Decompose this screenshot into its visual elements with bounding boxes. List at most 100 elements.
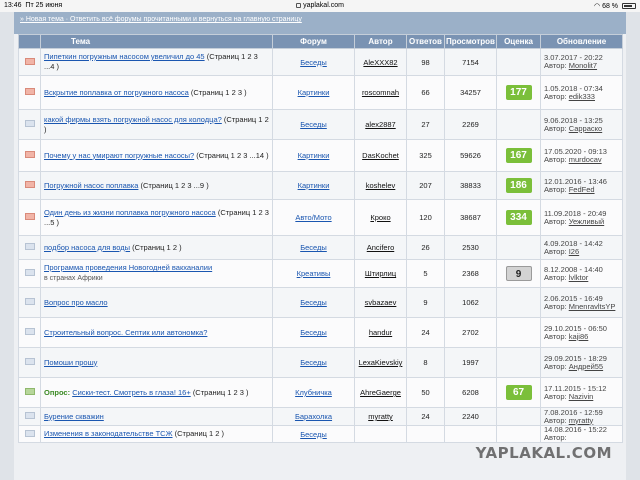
updated-author-link[interactable]: Андрей55 xyxy=(569,362,603,371)
updated-author-link[interactable]: murdocav xyxy=(569,155,602,164)
rating-badge[interactable]: 9 xyxy=(505,266,532,281)
topic-link[interactable]: Строительный вопрос. Септик или автономк… xyxy=(44,328,207,337)
updated-cell: 12.01.2016 - 13:46 Автор: FedFed xyxy=(540,171,623,200)
author-link[interactable]: koshelev xyxy=(366,181,396,190)
table-row[interactable]: какой фирмы взять погружной насос для ко… xyxy=(18,109,623,140)
table-row[interactable]: Вопрос про масло Беседы svbazaev 9 1062 2.06.… xyxy=(18,287,623,318)
updated-author-link[interactable]: kaji86 xyxy=(569,332,589,341)
author-link[interactable]: Кроко xyxy=(370,213,390,222)
table-row[interactable]: подбор насоса для воды (Страниц 1 2 ) Бес… xyxy=(18,235,623,260)
forum-link[interactable]: Беседы xyxy=(300,58,327,67)
updated-author-link[interactable]: Monolit7 xyxy=(569,61,597,70)
address-bar[interactable]: yaplakal.com xyxy=(0,2,640,9)
forum-link[interactable]: Картинки xyxy=(298,151,330,160)
topic-link[interactable]: Помоши прошу xyxy=(44,358,97,367)
forum-link[interactable]: Беседы xyxy=(300,358,327,367)
topics-table: Тема Форум Автор Ответов Просмотров Оцен… xyxy=(18,34,623,443)
topic-pages[interactable]: (Страниц 1 2 3 ...14 ) xyxy=(196,151,268,160)
author-link[interactable]: AhreGaerge xyxy=(360,388,401,397)
rating-badge[interactable]: 167 xyxy=(505,148,532,163)
rating-badge[interactable]: 67 xyxy=(505,385,532,400)
table-row[interactable]: Опрос: Сиски-тест. Смотреть в глаза! 16+… xyxy=(18,377,623,408)
table-row[interactable]: Погружной насос поплавка (Страниц 1 2 3 … xyxy=(18,171,623,200)
updated-author-link[interactable]: FedFed xyxy=(569,185,595,194)
topic-link[interactable]: Почему у нас умирают погружные насосы? xyxy=(44,151,194,160)
topic-link[interactable]: Программа проведения Новогодней вакханал… xyxy=(44,263,212,272)
author-link[interactable]: roscomnah xyxy=(362,88,399,97)
forum-link[interactable]: Беседы xyxy=(300,328,327,337)
author-link[interactable]: myratty xyxy=(368,412,393,421)
topic-status-cell xyxy=(18,425,41,443)
topic-pages[interactable]: (Страниц 1 2 3 ) xyxy=(191,88,247,97)
header-replies[interactable]: Ответов xyxy=(406,34,445,49)
topic-pages[interactable]: (Страниц 1 2 ) xyxy=(132,243,181,252)
topic-pages[interactable]: (Страниц 1 2 3 ) xyxy=(193,388,249,397)
updated-author-link[interactable]: MnenravltsYP xyxy=(569,302,616,311)
topic-cell: подбор насоса для воды (Страниц 1 2 ) xyxy=(40,235,273,260)
rating-badge[interactable]: 186 xyxy=(505,178,532,193)
updated-author-link[interactable]: lvlktor xyxy=(569,273,589,282)
topic-pages[interactable]: (Страниц 1 2 ) xyxy=(175,429,224,438)
author-link[interactable]: DasKochet xyxy=(362,151,399,160)
updated-author-link[interactable]: Nazivin xyxy=(569,392,594,401)
author-link[interactable]: Ancifero xyxy=(367,243,395,252)
forum-link[interactable]: Барахолка xyxy=(295,412,332,421)
table-row[interactable]: Строительный вопрос. Септик или автономк… xyxy=(18,317,623,348)
table-row[interactable]: Почему у нас умирают погружные насосы? (… xyxy=(18,139,623,172)
header-updated[interactable]: Обновление xyxy=(540,34,623,49)
header-topic[interactable]: Тема xyxy=(40,34,273,49)
forum-cell: Беседы xyxy=(272,235,355,260)
forum-link[interactable]: Креативы xyxy=(297,269,331,278)
author-link[interactable]: svbazaev xyxy=(365,298,397,307)
topic-link[interactable]: Погружной насос поплавка xyxy=(44,181,138,190)
table-header-row: Тема Форум Автор Ответов Просмотров Оцен… xyxy=(18,34,623,49)
updated-author-link[interactable]: Уежливый xyxy=(569,217,605,226)
table-row[interactable]: Изменения в законодательстве ТСЖ (Страни… xyxy=(18,425,623,443)
rating-badge[interactable]: 334 xyxy=(505,210,532,225)
author-link[interactable]: AleXXX82 xyxy=(363,58,397,67)
header-forum[interactable]: Форум xyxy=(272,34,355,49)
topic-link[interactable]: Бурение скважин xyxy=(44,412,104,421)
header-views[interactable]: Просмотров xyxy=(444,34,497,49)
header-author[interactable]: Автор xyxy=(354,34,407,49)
table-row[interactable]: Один день из жизни поплавка погружного н… xyxy=(18,199,623,236)
topic-pages[interactable]: (Страниц 1 2 3 ...9 ) xyxy=(141,181,209,190)
updated-author-link[interactable]: I26 xyxy=(569,247,579,256)
rating-cell: 67 xyxy=(496,377,541,408)
topic-status-cell xyxy=(18,199,41,236)
forum-link[interactable]: Картинки xyxy=(298,88,330,97)
forum-link[interactable]: Беседы xyxy=(300,120,327,129)
topic-link[interactable]: Вскрытие поплавка от погружного насоса xyxy=(44,88,189,97)
topic-link[interactable]: Сиски-тест. Смотреть в глаза! 16+ xyxy=(72,388,191,397)
table-row[interactable]: Вскрытие поплавка от погружного насоса (… xyxy=(18,75,623,110)
table-row[interactable]: Пипеткин погружным насосом увеличил до 4… xyxy=(18,48,623,76)
header-rating[interactable]: Оценка xyxy=(496,34,541,49)
updated-author-link[interactable]: edik333 xyxy=(569,92,595,101)
topic-link[interactable]: Один день из жизни поплавка погружного н… xyxy=(44,208,216,217)
updated-author-link[interactable]: myratty xyxy=(569,416,594,425)
author-link[interactable]: handur xyxy=(369,328,392,337)
topic-link[interactable]: подбор насоса для воды xyxy=(44,243,130,252)
author-link[interactable]: LexaKievskiy xyxy=(359,358,403,367)
author-link[interactable]: alex2887 xyxy=(365,120,395,129)
updated-cell: 11.09.2018 - 20:49 Автор: Уежливый xyxy=(540,199,623,236)
forum-link[interactable]: Беседы xyxy=(300,430,327,439)
table-row[interactable]: Помоши прошу Беседы LexaKievskiy 8 1997 29.09… xyxy=(18,347,623,378)
updated-author-label: Автор: xyxy=(544,61,567,70)
forum-link[interactable]: Авто/Мото xyxy=(295,213,331,222)
updated-cell: 7.08.2016 - 12:59 Автор: myratty xyxy=(540,407,623,426)
forum-link[interactable]: Беседы xyxy=(300,243,327,252)
forum-link[interactable]: Картинки xyxy=(298,181,330,190)
rating-badge[interactable]: 177 xyxy=(505,85,532,100)
updated-author-link[interactable]: Сарраско xyxy=(569,124,602,133)
table-row[interactable]: Бурение скважин Барахолка myratty 24 2240 7.0… xyxy=(18,407,623,426)
forum-link[interactable]: Клубничка xyxy=(295,388,332,397)
table-row[interactable]: Программа проведения Новогодней вакханал… xyxy=(18,259,623,288)
topic-link[interactable]: какой фирмы взять погружной насос для ко… xyxy=(44,115,222,124)
topic-link[interactable]: Вопрос про масло xyxy=(44,298,108,307)
topic-link[interactable]: Изменения в законодательстве ТСЖ xyxy=(44,429,173,438)
topic-link[interactable]: Пипеткин погружным насосом увеличил до 4… xyxy=(44,52,205,61)
author-link[interactable]: Штирлиц xyxy=(365,269,396,278)
forum-link[interactable]: Беседы xyxy=(300,298,327,307)
topbar-link[interactable]: » Новая тема · Ответить всё форумы прочи… xyxy=(20,16,302,23)
